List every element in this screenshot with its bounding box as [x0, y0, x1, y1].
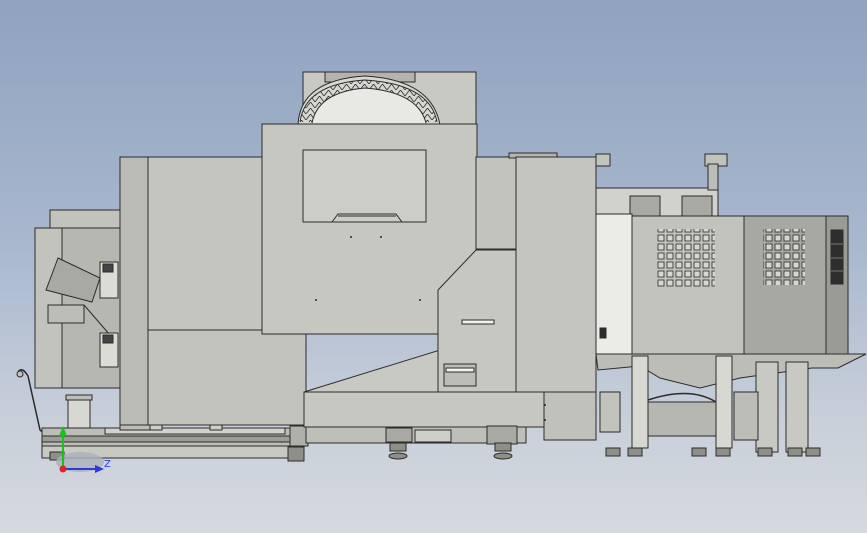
left-coolant-unit	[16, 209, 121, 441]
machine-drawing: Z	[16, 71, 867, 473]
chip-conveyor	[595, 153, 867, 457]
axis-z-label: Z	[104, 459, 111, 470]
cad-viewport[interactable]: Z	[0, 0, 867, 533]
